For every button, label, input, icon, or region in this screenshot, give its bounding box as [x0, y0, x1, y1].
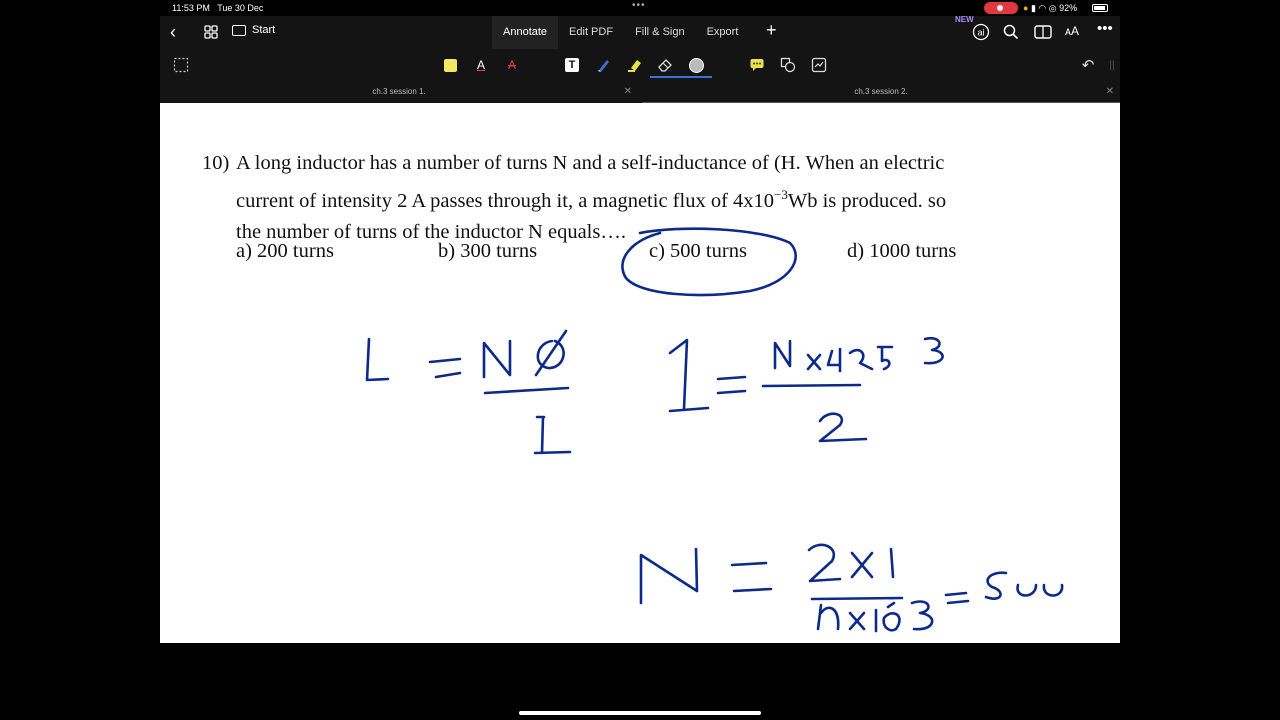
doc-tab-2[interactable]: ch.3 session 2. ✕	[642, 81, 1120, 103]
status-time-date: 11:53 PM Tue 30 Dec	[172, 3, 264, 13]
status-indicators: ● ▮ ◠ ◎ 92%	[1023, 3, 1078, 13]
text-box-icon[interactable]: T	[564, 57, 580, 73]
ink-phi	[534, 329, 568, 377]
ink-eq2	[716, 375, 747, 395]
start-label: Start	[252, 24, 276, 36]
ink-eq1	[428, 357, 462, 379]
ink-eq4	[944, 591, 970, 605]
ink-N2	[639, 547, 699, 605]
grid-icon[interactable]	[204, 25, 218, 39]
handwritten-annotations	[365, 227, 1064, 633]
ink-fraction2	[761, 383, 862, 388]
ink-eq3	[730, 561, 773, 593]
tab-annotate[interactable]: Annotate	[492, 16, 559, 49]
battery-icon	[1092, 4, 1108, 12]
ink-fraction3	[810, 596, 904, 601]
comment-icon[interactable]	[749, 57, 765, 73]
pdf-page[interactable]: 10) A long inductor has a number of turn…	[160, 103, 1120, 643]
tab-fill-sign[interactable]: Fill & Sign	[624, 16, 696, 49]
document-tabs: ch.3 session 1. ✕ ch.3 session 2. ✕	[160, 81, 1120, 103]
text-color-icon[interactable]: A	[473, 57, 489, 73]
ink-500	[984, 571, 1064, 600]
svg-text:ai: ai	[977, 28, 984, 38]
ink-numerator	[773, 336, 944, 373]
add-icon[interactable]: +	[766, 20, 777, 41]
text-size-icon[interactable]: ᴀA	[1065, 24, 1079, 38]
close-icon[interactable]: ✕	[1106, 81, 1114, 102]
signature-stamp-icon[interactable]	[811, 57, 827, 73]
ink-1	[668, 338, 710, 413]
highlighter-icon[interactable]	[627, 57, 643, 73]
ink-denominator	[816, 600, 934, 633]
status-bar: 11:53 PM Tue 30 Dec ••• ● ▮ ◠ ◎ 92%	[0, 0, 1280, 16]
ink-L	[365, 337, 390, 382]
ink-N1	[482, 339, 512, 379]
home-indicator[interactable]	[519, 711, 761, 715]
undo-icon[interactable]: ↶	[1080, 57, 1096, 74]
ink-I	[533, 415, 572, 455]
strikethrough-icon[interactable]: A	[504, 57, 520, 73]
highlight-note-icon[interactable]	[442, 57, 458, 73]
ai-assistant-icon[interactable]: ai	[972, 23, 990, 45]
tab-edit-pdf[interactable]: Edit PDF	[558, 16, 624, 49]
search-icon[interactable]	[1003, 24, 1019, 44]
shapes-icon[interactable]	[780, 57, 796, 73]
doc-tab-title: ch.3 session 2.	[854, 87, 908, 96]
select-area-icon[interactable]	[173, 57, 189, 73]
mode-tabs: Annotate Edit PDF Fill & Sign Export	[492, 16, 749, 49]
color-picker-icon[interactable]	[688, 57, 704, 73]
doc-tab-1[interactable]: ch.3 session 1. ✕	[160, 81, 638, 102]
presentation-icon	[232, 24, 246, 36]
more-icon[interactable]: •••	[1097, 20, 1113, 37]
top-nav-bar: ‹ Start Annotate Edit PDF Fill & Sign Ex…	[160, 15, 1120, 49]
pen-icon[interactable]	[596, 57, 612, 73]
ink-denominator-2	[818, 412, 868, 443]
eraser-icon[interactable]	[657, 57, 673, 73]
start-button[interactable]: Start	[232, 24, 275, 36]
ink-2x1	[807, 543, 895, 583]
screen-record-icon	[984, 2, 1018, 14]
doc-tab-title: ch.3 session 1.	[372, 87, 426, 96]
close-icon[interactable]: ✕	[624, 81, 632, 102]
ink-fraction1	[483, 386, 570, 395]
circle-annotation	[621, 227, 797, 297]
new-badge: NEW	[955, 15, 974, 24]
back-icon[interactable]: ‹	[170, 22, 176, 43]
book-view-icon[interactable]	[1034, 24, 1052, 44]
active-tool-indicator	[650, 76, 712, 78]
redo-icon[interactable]: ||	[1104, 57, 1120, 73]
tab-export[interactable]: Export	[696, 16, 750, 49]
annotation-toolbar: A A T ↶ ||	[160, 49, 1120, 81]
multitask-dots[interactable]: •••	[632, 0, 646, 11]
